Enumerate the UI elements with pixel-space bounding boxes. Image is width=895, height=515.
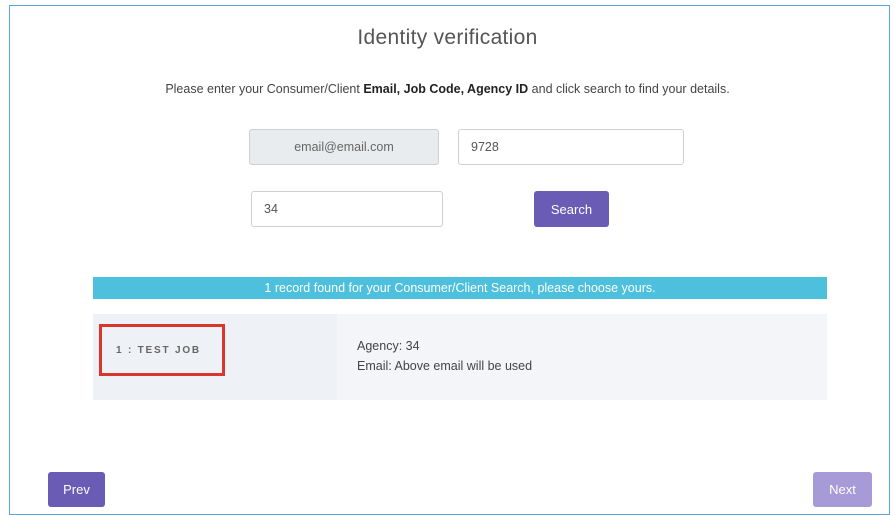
instruction-prefix: Please enter your Consumer/Client — [165, 82, 364, 96]
record-details: Agency: 34 Email: Above email will be us… — [357, 336, 532, 376]
result-record[interactable]: 1 : TEST JOB Agency: 34 Email: Above ema… — [93, 314, 827, 400]
record-email: Email: Above email will be used — [357, 359, 533, 373]
page-title: Identity verification — [357, 26, 538, 49]
record-job-cell: 1 : TEST JOB — [93, 314, 337, 400]
job-code-field[interactable] — [458, 129, 684, 165]
instruction-bold: Email, Job Code, Agency ID — [363, 82, 529, 96]
record-job-label[interactable]: 1 : TEST JOB — [99, 324, 225, 376]
instruction-suffix: and click search to find your details. — [528, 82, 730, 96]
instruction-text: Please enter your Consumer/Client Email,… — [0, 82, 895, 96]
email-field[interactable] — [249, 129, 439, 165]
next-button[interactable]: Next — [813, 472, 872, 507]
search-button[interactable]: Search — [534, 191, 609, 227]
results-banner: 1 record found for your Consumer/Client … — [93, 277, 827, 299]
record-agency: Agency: 34 — [357, 339, 420, 353]
prev-button[interactable]: Prev — [48, 472, 105, 507]
agency-id-field[interactable] — [251, 191, 443, 227]
